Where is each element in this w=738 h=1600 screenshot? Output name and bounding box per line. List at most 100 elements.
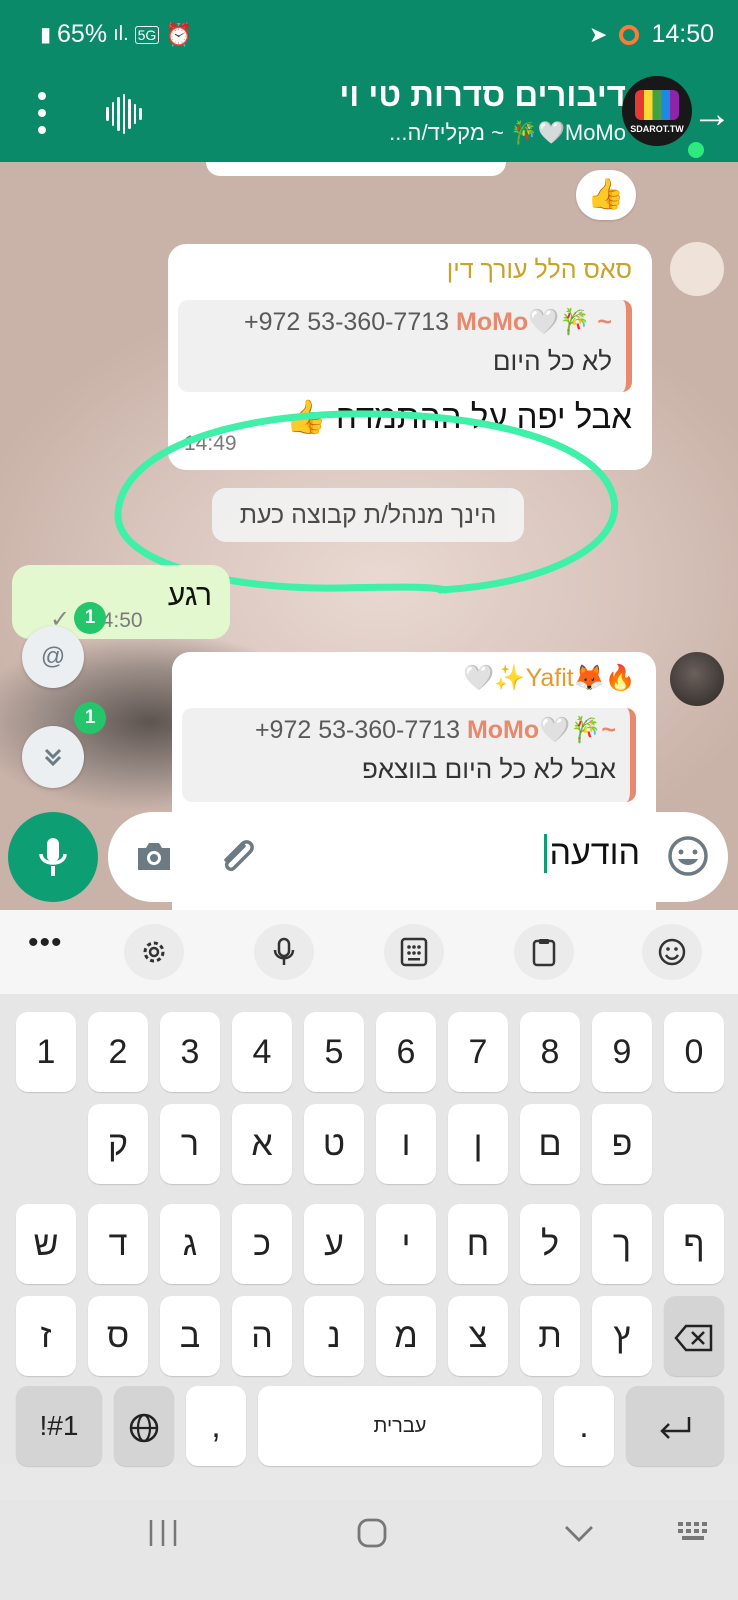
- key-7[interactable]: 7: [448, 1012, 508, 1092]
- back-button[interactable]: [562, 1516, 596, 1559]
- sender-avatar[interactable]: [670, 242, 724, 296]
- settings-icon[interactable]: [124, 924, 184, 980]
- quoted-message[interactable]: +972 53-360-7713 MoMo🤍🎋 ~ לא כל היום: [178, 300, 632, 392]
- keyboard: 1 2 3 4 5 6 7 8 9 0 ק ר א ט ו ן ם פ ש ד …: [0, 994, 738, 1466]
- message-input[interactable]: הודעה: [544, 834, 640, 873]
- key-9[interactable]: 9: [592, 1012, 652, 1092]
- chat-area[interactable]: 👍 סאס הלל עורך דין +972 53-360-7713 MoMo…: [0, 162, 738, 910]
- recent-apps-button[interactable]: [146, 1516, 180, 1559]
- key-letter[interactable]: ת: [520, 1296, 580, 1376]
- quoted-name: MoMo🤍🎋 ~: [456, 308, 612, 336]
- quoted-number: +972 53-360-7713: [254, 716, 460, 744]
- unread-count-badge: 1: [74, 702, 106, 734]
- voice-record-button[interactable]: [8, 812, 98, 902]
- previous-message-bubble[interactable]: [206, 162, 506, 176]
- key-3[interactable]: 3: [160, 1012, 220, 1092]
- key-letter[interactable]: כ: [232, 1204, 292, 1284]
- back-arrow-icon[interactable]: →: [692, 94, 732, 134]
- emoji-icon[interactable]: [666, 834, 710, 878]
- emoji-keyboard-icon[interactable]: [642, 924, 702, 980]
- period-key[interactable]: .: [554, 1386, 614, 1466]
- quoted-sender: +972 53-360-7713 MoMo🤍🎋~: [255, 716, 616, 745]
- key-letter[interactable]: ק: [88, 1104, 148, 1184]
- key-2[interactable]: 2: [88, 1012, 148, 1092]
- keyboard-hide-icon[interactable]: [676, 1516, 716, 1559]
- clock-time: 14:50: [651, 20, 714, 48]
- key-letter[interactable]: נ: [304, 1296, 364, 1376]
- key-letter[interactable]: ס: [88, 1296, 148, 1376]
- quoted-message[interactable]: +972 53-360-7713 MoMo🤍🎋~ אבל לא כל היום …: [182, 708, 636, 802]
- key-letter[interactable]: ט: [304, 1104, 364, 1184]
- sender-name[interactable]: סאס הלל עורך דין: [447, 256, 632, 285]
- avatar-label: SDAROT.TW: [630, 124, 684, 134]
- key-letter[interactable]: ם: [520, 1104, 580, 1184]
- key-letter[interactable]: ץ: [592, 1296, 652, 1376]
- symbols-key[interactable]: !#1: [16, 1386, 102, 1466]
- record-icon: [619, 24, 640, 45]
- message-input-bar[interactable]: הודעה: [108, 812, 728, 902]
- key-letter[interactable]: א: [232, 1104, 292, 1184]
- key-letter[interactable]: ז: [16, 1296, 76, 1376]
- key-6[interactable]: 6: [376, 1012, 436, 1092]
- language-key[interactable]: [114, 1386, 174, 1466]
- key-5[interactable]: 5: [304, 1012, 364, 1092]
- key-letter[interactable]: מ: [376, 1296, 436, 1376]
- enter-key[interactable]: [626, 1386, 724, 1466]
- group-title[interactable]: דיבורים סדרות טי וי: [339, 76, 626, 114]
- attach-icon[interactable]: [214, 834, 258, 878]
- sender-avatar[interactable]: [670, 652, 724, 706]
- at-icon: @: [40, 643, 66, 670]
- key-letter[interactable]: ל: [520, 1204, 580, 1284]
- double-chevron-down-icon: [44, 748, 62, 767]
- key-letter[interactable]: פ: [592, 1104, 652, 1184]
- globe-icon: [129, 1413, 159, 1443]
- backspace-key[interactable]: [664, 1296, 724, 1376]
- key-letter[interactable]: ן: [448, 1104, 508, 1184]
- voice-input-icon[interactable]: [254, 924, 314, 980]
- reaction-badge[interactable]: 👍: [576, 170, 636, 220]
- network-badge: 5G: [134, 25, 160, 44]
- key-letter[interactable]: ח: [448, 1204, 508, 1284]
- quoted-name: MoMo🤍🎋~: [466, 716, 616, 744]
- backspace-icon: [674, 1324, 713, 1352]
- key-letter[interactable]: ש: [16, 1204, 76, 1284]
- overflow-menu-icon[interactable]: [30, 88, 54, 138]
- more-options-icon[interactable]: •••: [28, 926, 63, 960]
- keypad-icon[interactable]: [384, 924, 444, 980]
- tv-logo-icon: [635, 90, 679, 120]
- key-letter[interactable]: ה: [232, 1296, 292, 1376]
- key-letter[interactable]: ג: [160, 1204, 220, 1284]
- key-letter[interactable]: ד: [88, 1204, 148, 1284]
- key-4[interactable]: 4: [232, 1012, 292, 1092]
- alarm-icon: ⏰: [165, 21, 193, 47]
- quoted-number: +972 53-360-7713: [244, 308, 450, 336]
- key-letter[interactable]: ע: [304, 1204, 364, 1284]
- location-icon: ➤: [589, 21, 608, 47]
- battery-percent: 65%: [57, 20, 108, 48]
- chat-header[interactable]: דיבורים סדרות טי וי MoMo🤍🎋 ~ מקליד/ה... …: [0, 70, 738, 162]
- comma-key[interactable]: ,: [186, 1386, 246, 1466]
- key-letter[interactable]: ף: [664, 1204, 724, 1284]
- battery-icon: ▮: [40, 24, 52, 46]
- camera-icon[interactable]: [134, 838, 174, 874]
- home-button[interactable]: [356, 1516, 388, 1559]
- status-bar: ▮ 65% ıl. 5G ⏰ ➤ 14:50: [0, 0, 738, 70]
- mentions-button[interactable]: @: [22, 626, 84, 688]
- key-letter[interactable]: צ: [448, 1296, 508, 1376]
- online-indicator: [688, 142, 704, 158]
- key-8[interactable]: 8: [520, 1012, 580, 1092]
- key-0[interactable]: 0: [664, 1012, 724, 1092]
- key-1[interactable]: 1: [16, 1012, 76, 1092]
- voice-chat-icon[interactable]: [106, 92, 143, 136]
- sender-name[interactable]: 🔥🦊Yafit✨🤍: [463, 664, 636, 693]
- group-avatar[interactable]: SDAROT.TW: [622, 76, 692, 146]
- outgoing-text: רגע: [167, 579, 212, 612]
- key-letter[interactable]: ר: [160, 1104, 220, 1184]
- key-letter[interactable]: ב: [160, 1296, 220, 1376]
- space-key[interactable]: עברית: [258, 1386, 542, 1466]
- scroll-down-button[interactable]: [22, 726, 84, 788]
- key-letter[interactable]: ו: [376, 1104, 436, 1184]
- key-letter[interactable]: ך: [592, 1204, 652, 1284]
- clipboard-icon[interactable]: [514, 924, 574, 980]
- key-letter[interactable]: י: [376, 1204, 436, 1284]
